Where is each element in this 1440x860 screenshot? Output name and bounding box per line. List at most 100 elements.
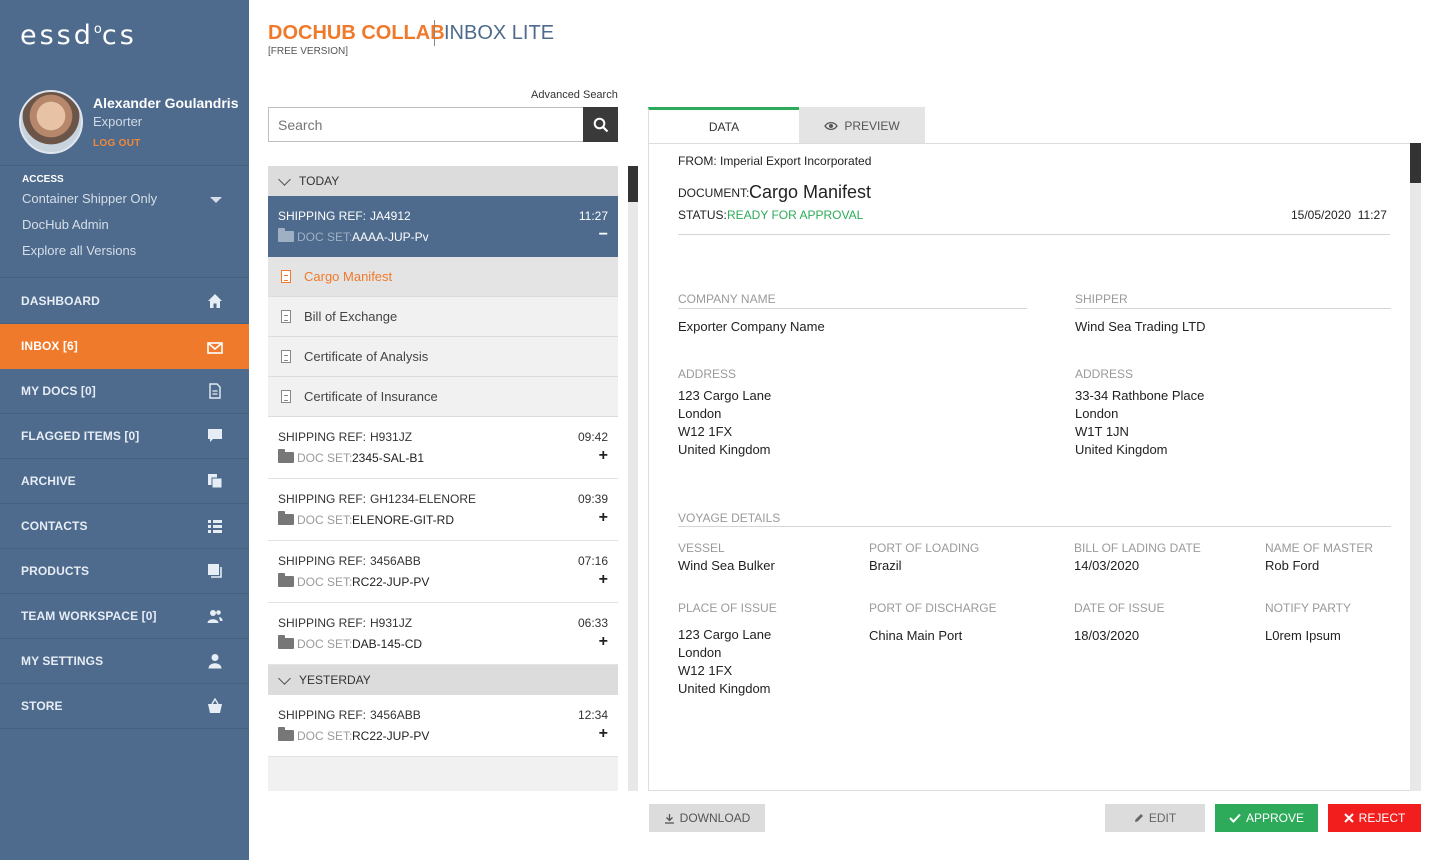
nav-archive-label: ARCHIVE (21, 474, 76, 488)
advanced-search-link[interactable]: Advanced Search (531, 89, 618, 101)
reject-button[interactable]: REJECT (1328, 804, 1421, 832)
entry-time: 12:34 (577, 708, 608, 722)
search-input[interactable] (268, 107, 584, 142)
tab-preview[interactable]: PREVIEW (799, 107, 925, 144)
docset-value: 2345-SAL-B1 (352, 451, 425, 465)
group-label: TODAY (299, 174, 340, 188)
products-icon (208, 564, 222, 578)
entry-time: 11:27 (578, 209, 608, 223)
inbox-entry[interactable]: SHIPPING REF: 3456ABB 07:16 DOC SET: RC2… (268, 541, 618, 603)
place-of-issue-value: 123 Cargo Lane London W12 1FX United Kin… (678, 626, 771, 698)
download-icon (664, 813, 674, 824)
name-of-master-label: NAME OF MASTER (1265, 541, 1374, 555)
address-line: United Kingdom (1075, 442, 1168, 457)
nav-store[interactable]: STORE (0, 684, 249, 729)
divider (678, 526, 1391, 527)
user-profile: Alexander Goulandris Exporter LOG OUT (0, 84, 249, 166)
notify-party-value: L0rem Ipsum (1265, 628, 1341, 643)
tab-data-label: DATA (708, 120, 740, 134)
inbox-entry[interactable]: SHIPPING REF: GH1234-ELENORE 09:39 DOC S… (268, 479, 618, 541)
search-button[interactable] (583, 107, 618, 142)
shipping-ref-value: 3456ABB (370, 554, 421, 568)
nav-dashboard[interactable]: DASHBOARD (0, 279, 249, 324)
approve-button[interactable]: APPROVE (1215, 804, 1318, 832)
docset-label: DOC SET: (297, 575, 353, 589)
nav-team-workspace[interactable]: TEAM WORKSPACE [0] (0, 594, 249, 639)
shipping-ref-label: SHIPPING REF: (278, 708, 367, 722)
doc-item-certificate-of-insurance[interactable]: Certificate of Insurance (268, 377, 618, 417)
logout-link[interactable]: LOG OUT (93, 138, 141, 149)
inbox-entry-selected[interactable]: SHIPPING REF: JA4912 11:27 DOC SET: AAAA… (268, 196, 618, 257)
shipper-address-label: ADDRESS (1075, 367, 1134, 381)
address-line: London (678, 645, 722, 660)
bill-of-lading-date-value: 14/03/2020 (1074, 558, 1140, 573)
expand-icon[interactable]: + (599, 633, 608, 651)
team-icon (207, 610, 223, 623)
nav-flagged-items-label: FLAGGED ITEMS [0] (21, 429, 140, 443)
access-select[interactable]: Container Shipper Only (22, 191, 157, 206)
envelope-icon (207, 342, 223, 354)
scrollbar-thumb[interactable] (1410, 143, 1421, 183)
folder-icon (278, 727, 294, 741)
collapse-icon[interactable]: − (599, 226, 608, 244)
nav-dashboard-label: DASHBOARD (21, 294, 100, 308)
shipping-ref-label: SHIPPING REF: (278, 616, 367, 630)
edit-button[interactable]: EDIT (1105, 804, 1205, 832)
doc-item-certificate-of-analysis[interactable]: Certificate of Analysis (268, 337, 618, 377)
avatar (19, 90, 83, 154)
nav-archive[interactable]: ARCHIVE (0, 459, 249, 504)
home-icon (208, 294, 222, 308)
nav-contacts[interactable]: CONTACTS (0, 504, 249, 549)
address-line: 33-34 Rathbone Place (1075, 388, 1205, 403)
group-header-yesterday[interactable]: YESTERDAY (268, 665, 618, 695)
group-header-today[interactable]: TODAY (268, 166, 618, 196)
inbox-entry[interactable]: SHIPPING REF: H931JZ 09:42 DOC SET: 2345… (268, 417, 618, 479)
essdocs-logo[interactable]: essdocs (20, 20, 137, 51)
nav-products[interactable]: PRODUCTS (0, 549, 249, 594)
chevron-down-icon (278, 172, 291, 186)
nav-my-docs[interactable]: MY DOCS [0] (0, 369, 249, 414)
port-of-discharge-label: PORT OF DISCHARGE (869, 601, 997, 615)
expand-icon[interactable]: + (599, 725, 608, 743)
inbox-entry[interactable]: SHIPPING REF: 3456ABB 12:34 DOC SET: RC2… (268, 695, 618, 757)
access-item-explore-versions[interactable]: Explore all Versions (22, 243, 136, 258)
document-icon (281, 350, 291, 363)
shipping-ref-value: H931JZ (370, 616, 413, 630)
inbox-list: TODAY SHIPPING REF: JA4912 11:27 DOC SET… (268, 166, 618, 791)
detail-scrollbar[interactable] (1410, 143, 1421, 791)
nav-flagged-items[interactable]: FLAGGED ITEMS [0] (0, 414, 249, 459)
user-icon (208, 654, 222, 669)
docset-label: DOC SET: (297, 637, 353, 651)
doc-item-label: Certificate of Analysis (304, 349, 429, 364)
access-item-dochub-admin[interactable]: DocHub Admin (22, 217, 109, 232)
address-line: 123 Cargo Lane (678, 627, 772, 642)
shipping-ref-value: GH1234-ELENORE (370, 492, 477, 506)
voyage-details-label: VOYAGE DETAILS (678, 511, 781, 525)
status-label: STATUS: (678, 208, 727, 222)
expand-icon[interactable]: + (599, 509, 608, 527)
company-name-value: Exporter Company Name (678, 319, 825, 334)
address-line: London (678, 406, 722, 421)
address-line: United Kingdom (678, 442, 771, 457)
expand-icon[interactable]: + (599, 447, 608, 465)
expand-icon[interactable]: + (599, 571, 608, 589)
doc-item-bill-of-exchange[interactable]: Bill of Exchange (268, 297, 618, 337)
folder-icon (278, 449, 294, 463)
nav-inbox[interactable]: INBOX [6] (0, 324, 249, 369)
nav-my-settings[interactable]: MY SETTINGS (0, 639, 249, 684)
main-nav: DASHBOARD INBOX [6] MY DOCS [0] FLAGGED … (0, 279, 249, 729)
access-label: ACCESS (22, 174, 64, 185)
shipper-value: Wind Sea Trading LTD (1075, 319, 1206, 334)
company-address: 123 Cargo Lane London W12 1FX United Kin… (678, 387, 771, 459)
doc-item-cargo-manifest[interactable]: Cargo Manifest (268, 257, 618, 297)
version-label: [FREE VERSION] (268, 46, 349, 57)
address-line: W12 1FX (678, 663, 733, 678)
scrollbar-thumb[interactable] (628, 166, 638, 202)
tab-data[interactable]: DATA (648, 107, 799, 144)
list-scrollbar[interactable] (628, 166, 638, 791)
chevron-down-icon[interactable] (210, 197, 222, 203)
inbox-entry[interactable]: SHIPPING REF: H931JZ 06:33 DOC SET: DAB-… (268, 603, 618, 665)
folder-icon (278, 228, 294, 242)
download-button[interactable]: DOWNLOAD (649, 804, 765, 832)
edit-label: EDIT (1148, 811, 1177, 825)
